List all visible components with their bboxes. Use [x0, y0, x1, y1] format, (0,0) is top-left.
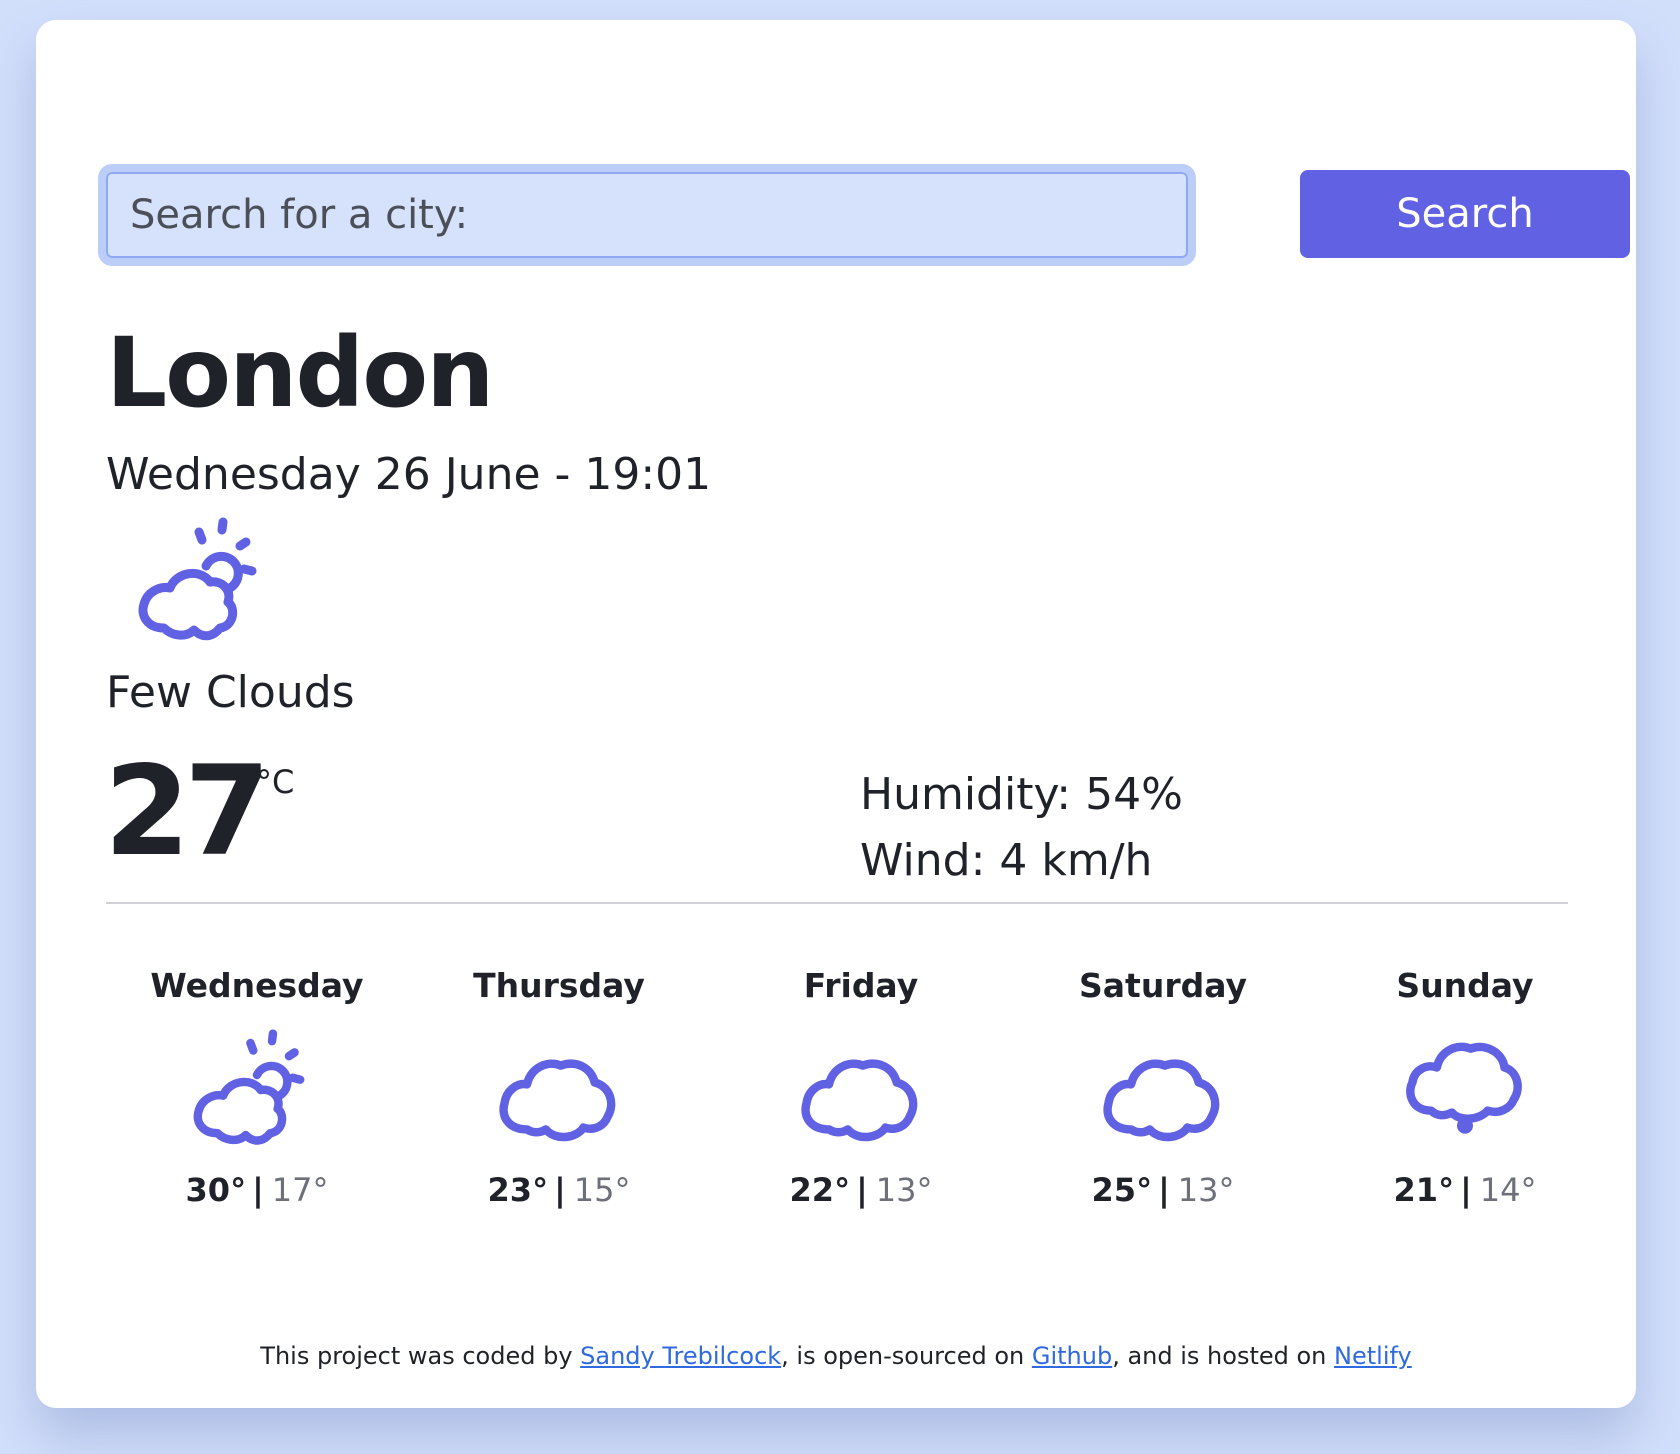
current-temperature: 27	[104, 740, 271, 884]
cloud-icon	[493, 1028, 625, 1152]
current-datetime: Wednesday 26 June - 19:01	[106, 449, 712, 500]
forecast-day-name: Friday	[803, 966, 919, 1005]
forecast-min: 13°	[875, 1171, 933, 1209]
forecast-min: 13°	[1177, 1171, 1235, 1209]
search-form: Search	[98, 164, 1630, 272]
forecast-day: Wednesday 30° | 17°	[106, 964, 408, 1210]
weather-description: Few Clouds	[106, 667, 355, 718]
forecast-min: 17°	[271, 1171, 329, 1209]
netlify-link[interactable]: Netlify	[1334, 1342, 1412, 1370]
forecast-day-name: Wednesday	[150, 966, 364, 1005]
footer-text: , is open-sourced on	[781, 1342, 1032, 1370]
city-name: London	[106, 317, 494, 429]
forecast-max: 30°	[185, 1171, 247, 1209]
search-button[interactable]: Search	[1300, 170, 1630, 258]
forecast-max: 22°	[789, 1171, 851, 1209]
few-clouds-icon	[191, 1028, 323, 1152]
forecast-temps: 22° | 13°	[710, 1170, 1012, 1210]
forecast-day-name: Thursday	[473, 966, 645, 1005]
temp-separator: |	[856, 1171, 868, 1209]
author-link[interactable]: Sandy Trebilcock	[580, 1342, 781, 1370]
forecast-min: 15°	[573, 1171, 631, 1209]
footer-text: This project was coded by	[260, 1342, 581, 1370]
forecast-day: Friday 22° | 13°	[710, 964, 1012, 1210]
temp-separator: |	[252, 1171, 264, 1209]
temp-separator: |	[1158, 1171, 1170, 1209]
humidity-value: Humidity: 54%	[860, 769, 1183, 820]
temp-separator: |	[1460, 1171, 1472, 1209]
forecast-min: 14°	[1479, 1171, 1537, 1209]
forecast-day: Thursday 23° | 15°	[408, 964, 710, 1210]
forecast-day: Saturday 25° | 13°	[1012, 964, 1314, 1210]
cloud-drop-icon	[1399, 1028, 1531, 1152]
forecast-day-name: Saturday	[1079, 966, 1247, 1005]
forecast-day-name: Sunday	[1396, 966, 1534, 1005]
forecast-temps: 25° | 13°	[1012, 1170, 1314, 1210]
weather-details: Humidity: 54% Wind: 4 km/h	[860, 762, 1183, 894]
forecast: Wednesday 30° | 17° Thursday 23° | 15° Frida…	[106, 964, 1616, 1224]
temp-separator: |	[554, 1171, 566, 1209]
cloud-icon	[1097, 1028, 1229, 1152]
forecast-max: 23°	[487, 1171, 549, 1209]
github-link[interactable]: Github	[1032, 1342, 1112, 1370]
search-input[interactable]	[98, 164, 1196, 266]
footer-text: , and is hosted on	[1112, 1342, 1335, 1370]
weather-card: Search London Wednesday 26 June - 19:01 …	[36, 20, 1636, 1408]
forecast-max: 25°	[1091, 1171, 1153, 1209]
forecast-temps: 23° | 15°	[408, 1170, 710, 1210]
temperature-unit: °C	[256, 763, 295, 801]
divider	[106, 902, 1568, 904]
cloud-icon	[795, 1028, 927, 1152]
forecast-temps: 21° | 14°	[1314, 1170, 1616, 1210]
forecast-temps: 30° | 17°	[106, 1170, 408, 1210]
footer: This project was coded by Sandy Trebilco…	[36, 1340, 1636, 1372]
forecast-day: Sunday 21° | 14°	[1314, 964, 1616, 1210]
wind-value: Wind: 4 km/h	[860, 835, 1153, 886]
few-clouds-icon	[136, 516, 276, 648]
forecast-max: 21°	[1393, 1171, 1455, 1209]
